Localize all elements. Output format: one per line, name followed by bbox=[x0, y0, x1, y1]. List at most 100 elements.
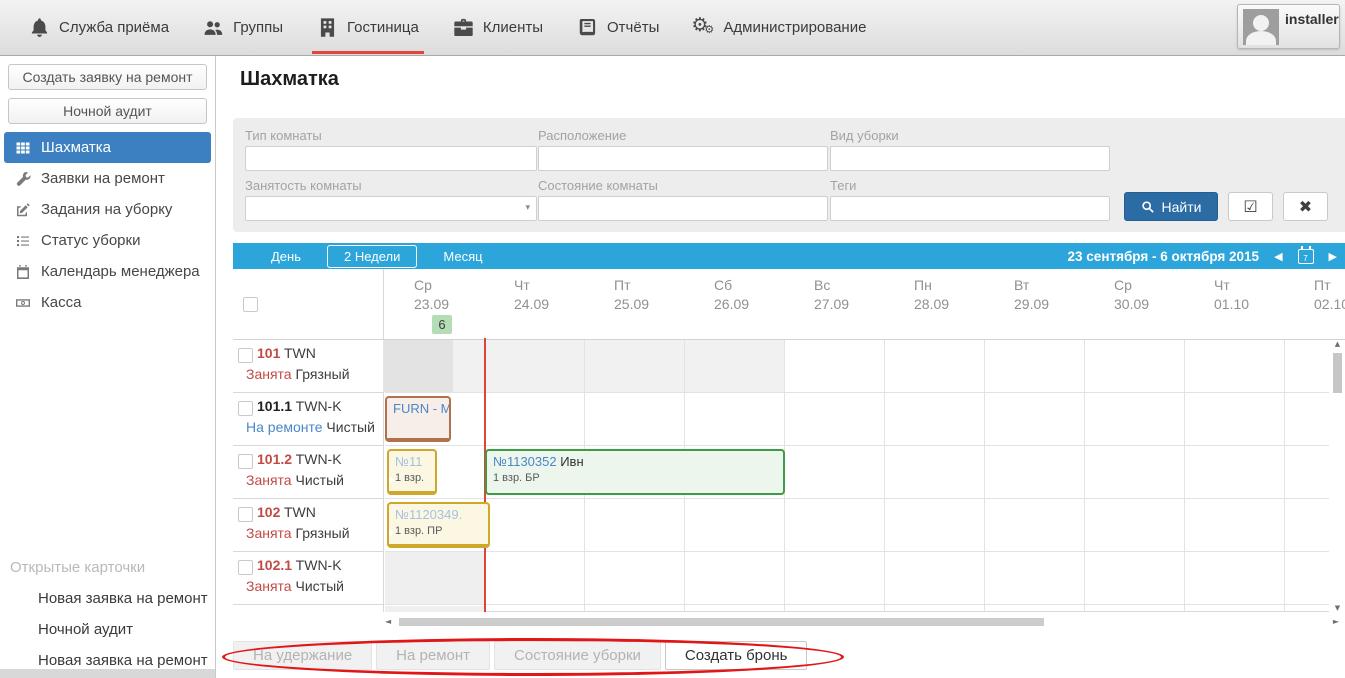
filter-field-label: Вид уборки bbox=[830, 128, 1110, 143]
room-row-label: 102 TWNЗанята Грязный bbox=[233, 499, 383, 552]
vertical-scroll-thumb[interactable] bbox=[1333, 353, 1342, 393]
day-header: Пт02.10 bbox=[1314, 276, 1345, 314]
booking-box[interactable]: FURN - M bbox=[385, 396, 451, 442]
filter-input-2[interactable] bbox=[830, 146, 1110, 171]
sidebar-action-button-1[interactable]: Ночной аудит bbox=[8, 98, 207, 124]
row-checkbox[interactable] bbox=[238, 507, 253, 522]
partial-row bbox=[385, 605, 1329, 612]
booking-box[interactable]: №1130352 Ивн1 взр. БР bbox=[485, 449, 785, 495]
booking-number: №1130352 bbox=[493, 454, 557, 469]
filter-input-0[interactable] bbox=[245, 146, 537, 171]
view-tab-2-недели[interactable]: 2 Недели bbox=[327, 245, 417, 268]
cleanliness-status: Грязный bbox=[292, 366, 350, 382]
sidebar-item-label: Задания на уборку bbox=[41, 201, 172, 218]
timeline-cells[interactable] bbox=[385, 499, 1329, 552]
user-menu-button[interactable]: installer bbox=[1237, 4, 1340, 49]
user-name: installer bbox=[1285, 11, 1339, 27]
day-of-week-label: Пн bbox=[914, 276, 984, 295]
booking-title-line: №1120349. bbox=[395, 507, 482, 522]
cash-icon bbox=[14, 294, 31, 311]
timeline-cells[interactable] bbox=[385, 552, 1329, 605]
sidebar-item-label: Шахматка bbox=[41, 139, 111, 156]
select-all-checkbox[interactable] bbox=[243, 297, 258, 312]
footer-button-создать-бронь[interactable]: Создать бронь bbox=[665, 641, 808, 670]
horizontal-scroll-thumb[interactable] bbox=[399, 618, 1044, 626]
open-card-link[interactable]: Новая заявка на ремонт bbox=[0, 583, 215, 614]
scroll-right-arrow[interactable]: ► bbox=[1333, 617, 1339, 626]
date-picker-icon[interactable]: 7 bbox=[1298, 249, 1314, 264]
topnav-item-gears[interactable]: ⚙⚙Администрирование bbox=[676, 0, 883, 55]
topnav-item-book[interactable]: Отчёты bbox=[560, 0, 676, 55]
sidebar-item-grid[interactable]: Шахматка bbox=[4, 132, 211, 163]
row-checkbox[interactable] bbox=[238, 454, 253, 469]
sidebar-item-calendar[interactable]: Календарь менеджера bbox=[0, 256, 215, 287]
filter-field-2: Вид уборки bbox=[830, 128, 1110, 171]
sidebar-item-list[interactable]: Статус уборки bbox=[0, 225, 215, 256]
topnav-item-label: Служба приёма bbox=[59, 19, 169, 36]
row-checkbox[interactable] bbox=[238, 348, 253, 363]
cleanliness-status: Чистый bbox=[292, 578, 344, 594]
prev-period-button[interactable]: ◀ bbox=[1274, 250, 1282, 263]
footer-button-на-удержание: На удержание bbox=[233, 641, 372, 670]
filter-input-4[interactable] bbox=[538, 196, 828, 221]
sidebar-action-button-0[interactable]: Создать заявку на ремонт bbox=[8, 64, 207, 90]
day-date-label: 02.10 bbox=[1314, 295, 1345, 314]
booking-box[interactable]: №1120349.1 взр. ПР bbox=[387, 502, 490, 548]
filter-field-5: Теги bbox=[830, 178, 1110, 221]
view-tab-месяц[interactable]: Месяц bbox=[427, 246, 498, 267]
scroll-left-arrow[interactable]: ◄ bbox=[385, 617, 391, 626]
room-row-label: 101.1 TWN-KНа ремонте Чистый bbox=[233, 393, 383, 446]
clear-filters-button[interactable]: ✖ bbox=[1283, 192, 1328, 221]
top-navigation-bar: Служба приёма ГруппыГостиница Клиенты Отчёт… bbox=[0, 0, 1345, 56]
vertical-scrollbar[interactable]: ▲ ▼ bbox=[1331, 340, 1344, 612]
room-number-and-type: 102 TWN bbox=[257, 504, 316, 520]
booking-number: №1120349. bbox=[395, 507, 462, 522]
timeline-cells[interactable] bbox=[385, 393, 1329, 446]
day-header: Пн28.09 bbox=[914, 276, 984, 314]
topnav-item-briefcase[interactable]: Клиенты bbox=[436, 0, 560, 55]
open-card-link[interactable]: Ночной аудит bbox=[0, 614, 215, 645]
sidebar-item-cash[interactable]: Касса bbox=[0, 287, 215, 318]
search-button[interactable]: Найти bbox=[1124, 192, 1218, 221]
partial-row-shade bbox=[385, 606, 485, 612]
day-date-label: 29.09 bbox=[1014, 295, 1084, 314]
sidebar-item-wrench[interactable]: Заявки на ремонт bbox=[0, 163, 215, 194]
filter-field-label: Занятость комнаты bbox=[245, 178, 537, 193]
filter-input-5[interactable] bbox=[830, 196, 1110, 221]
view-tab-день[interactable]: День bbox=[255, 246, 317, 267]
room-type: TWN-K bbox=[292, 557, 342, 573]
topnav-item-bell[interactable]: Служба приёма bbox=[12, 0, 186, 55]
horizontal-scrollbar[interactable]: ◄ ► bbox=[385, 617, 1327, 628]
topnav-item-users[interactable]: Группы bbox=[186, 0, 300, 55]
day-header: Сб26.09 bbox=[714, 276, 784, 314]
cleanliness-status: Грязный bbox=[292, 525, 350, 541]
scroll-down-arrow[interactable]: ▼ bbox=[1331, 604, 1344, 612]
next-period-button[interactable]: ▶ bbox=[1329, 250, 1337, 263]
sidebar-item-label: Касса bbox=[41, 294, 81, 311]
occupancy-status: Занята bbox=[246, 578, 292, 594]
topnav-item-label: Клиенты bbox=[483, 19, 543, 36]
sidebar-item-edit[interactable]: Задания на уборку bbox=[0, 194, 215, 225]
scroll-up-arrow[interactable]: ▲ bbox=[1331, 340, 1344, 348]
sidebar-item-label: Статус уборки bbox=[41, 232, 140, 249]
row-checkbox[interactable] bbox=[238, 560, 253, 575]
timeline-cells[interactable] bbox=[385, 340, 1329, 393]
booking-box[interactable]: №111 взр. bbox=[387, 449, 437, 495]
page-title: Шахматка bbox=[240, 68, 339, 91]
topnav-item-building[interactable]: Гостиница bbox=[300, 0, 436, 55]
date-range-label: 23 сентября - 6 октября 2015 bbox=[1068, 249, 1260, 264]
booking-title-line: №11 bbox=[395, 454, 429, 469]
topnav-items: Служба приёма ГруппыГостиница Клиенты Отчёт… bbox=[12, 0, 883, 55]
filter-select-3[interactable] bbox=[245, 196, 537, 221]
room-number: 102.1 bbox=[257, 557, 292, 573]
select-mode-button[interactable]: ☑ bbox=[1228, 192, 1273, 221]
room-type: TWN-K bbox=[292, 451, 342, 467]
booking-title-line: №1130352 Ивн bbox=[493, 454, 777, 469]
row-checkbox[interactable] bbox=[238, 401, 253, 416]
room-number: 101.1 bbox=[257, 398, 292, 414]
grid-icon bbox=[14, 139, 31, 156]
day-of-week-label: Вс bbox=[814, 276, 884, 295]
filter-input-1[interactable] bbox=[538, 146, 828, 171]
room-status-line: Занята Чистый bbox=[246, 472, 344, 488]
booking-guest-name: Ивн bbox=[557, 454, 584, 469]
